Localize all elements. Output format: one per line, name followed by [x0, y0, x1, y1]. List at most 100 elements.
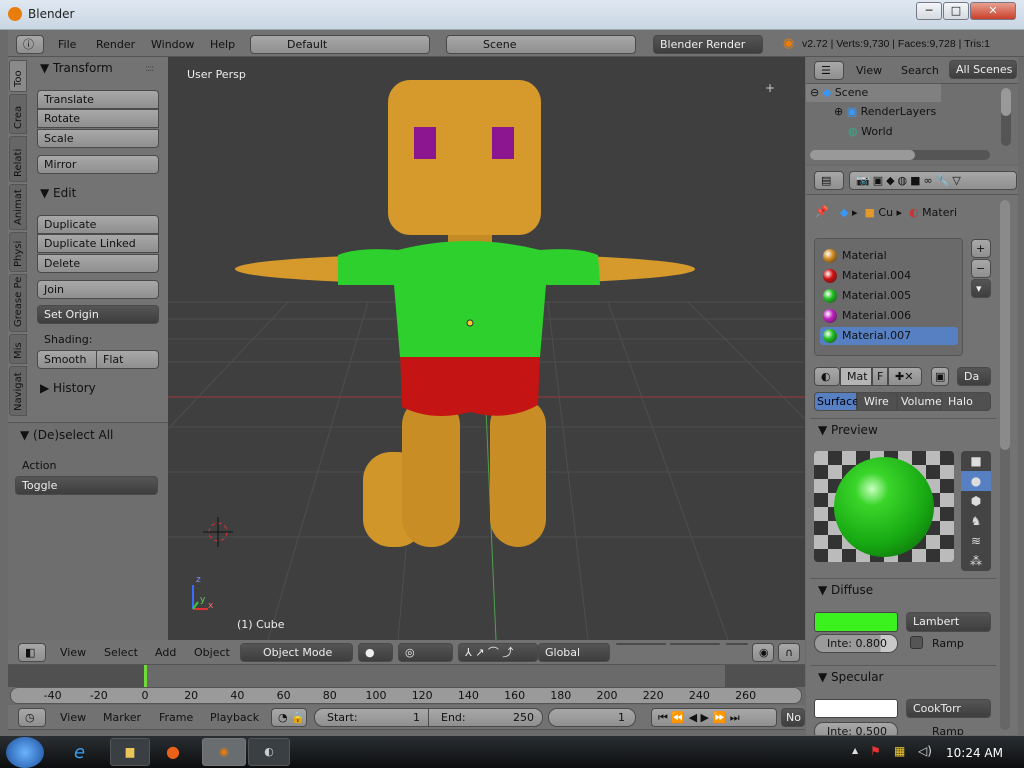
network-icon[interactable]: ▦: [894, 744, 905, 758]
menu-object[interactable]: Object: [194, 646, 230, 659]
delete-button[interactable]: Delete: [37, 254, 159, 273]
specular-color-swatch[interactable]: [814, 699, 898, 718]
specular-shader-select[interactable]: CookTorr: [906, 699, 991, 718]
menu-playback[interactable]: Playback: [210, 711, 259, 724]
operator-panel-header[interactable]: ▼ (De)select All: [20, 428, 113, 442]
explorer-icon[interactable]: ▆: [110, 738, 150, 766]
current-frame-field[interactable]: 1: [548, 708, 636, 727]
material-browse-button[interactable]: ◐: [814, 367, 840, 386]
layers-grid-1[interactable]: [616, 643, 666, 645]
remove-slot-button[interactable]: −: [971, 259, 991, 278]
maximize-button[interactable]: □: [943, 2, 969, 20]
current-frame-indicator[interactable]: [144, 665, 147, 687]
tab-halo[interactable]: Halo: [941, 392, 991, 411]
menu-file[interactable]: File: [58, 38, 76, 51]
editor-type-button[interactable]: ☰: [814, 61, 844, 80]
menu-window[interactable]: Window: [151, 38, 194, 51]
menu-help[interactable]: Help: [210, 38, 235, 51]
blender-taskbar-icon[interactable]: ◉: [202, 738, 246, 766]
tab-animation[interactable]: Animat: [9, 184, 27, 230]
menu-render[interactable]: Render: [96, 38, 135, 51]
scale-button[interactable]: Scale: [37, 129, 159, 148]
material-slot[interactable]: Material.005: [820, 287, 958, 305]
area-split-icon[interactable]: +: [765, 81, 775, 95]
duplicate-button[interactable]: Duplicate: [37, 215, 159, 234]
outliner-item-scene[interactable]: ⊖ ◆ Scene: [810, 86, 868, 99]
menu-view[interactable]: View: [856, 64, 882, 77]
specular-panel-header[interactable]: ▼ Specular: [818, 670, 884, 684]
menu-select[interactable]: Select: [104, 646, 138, 659]
tab-physics[interactable]: Physi: [9, 232, 27, 272]
editor-type-button[interactable]: ◧: [18, 643, 46, 662]
diffuse-color-swatch[interactable]: [814, 612, 898, 632]
menu-add[interactable]: Add: [155, 646, 176, 659]
paint-taskbar-icon[interactable]: ◐: [248, 738, 290, 766]
material-slot[interactable]: Material.006: [820, 307, 958, 325]
data-link-select[interactable]: Da: [957, 367, 991, 386]
diffuse-panel-header[interactable]: ▼ Diffuse: [818, 583, 873, 597]
start-button[interactable]: [6, 737, 44, 768]
clock[interactable]: 10:24 AM: [946, 746, 1003, 760]
translate-button[interactable]: Translate: [37, 90, 159, 109]
duplicate-linked-button[interactable]: Duplicate Linked: [37, 234, 159, 253]
viewport-shading-select[interactable]: ●: [358, 643, 393, 662]
material-slot[interactable]: Material.004: [820, 267, 958, 285]
sync-select[interactable]: No: [781, 708, 805, 727]
add-slot-button[interactable]: +: [971, 239, 991, 258]
smooth-button[interactable]: Smooth: [37, 350, 97, 369]
timeline-scrollbar[interactable]: [10, 687, 802, 704]
close-button[interactable]: ✕: [970, 2, 1016, 20]
display-filter-select[interactable]: All Scenes: [949, 60, 1017, 79]
mirror-button[interactable]: Mirror: [37, 155, 159, 174]
lock-camera-button[interactable]: [726, 643, 748, 645]
tab-navigation[interactable]: Navigat: [9, 366, 27, 416]
diffuse-ramp-checkbox[interactable]: [910, 636, 923, 649]
keyframe-record-button[interactable]: ◔ 🔒: [271, 708, 307, 727]
tab-grease-pencil[interactable]: Grease Pe: [9, 274, 27, 332]
context-tabs[interactable]: 📷▣◆◍■∞🔧▽: [849, 171, 1017, 190]
3d-viewport[interactable]: User Persp (1) Cube z y x +: [168, 57, 805, 640]
set-origin-select[interactable]: Set Origin: [37, 305, 159, 324]
editor-type-button[interactable]: ⓘ: [16, 35, 44, 54]
preview-type-buttons[interactable]: ■ ● ⬢ ♞ ≋ ⁂: [961, 451, 991, 571]
material-name-field[interactable]: Mat: [840, 367, 872, 386]
edit-panel-header[interactable]: ▼ Edit: [40, 186, 76, 200]
material-slot[interactable]: Material: [820, 247, 958, 265]
scene-selector[interactable]: Scene: [446, 35, 636, 54]
tab-surface[interactable]: Surface: [814, 392, 859, 411]
start-frame-field[interactable]: Start: 1: [314, 708, 429, 727]
preview-panel-header[interactable]: ▼ Preview: [818, 423, 878, 437]
orientation-select[interactable]: Global: [538, 643, 610, 662]
playback-controls[interactable]: ⏮ ⏪ ◀ ▶ ⏩ ⏭: [651, 708, 777, 727]
rotate-button[interactable]: Rotate: [37, 109, 159, 128]
diffuse-shader-select[interactable]: Lambert: [906, 612, 991, 632]
minimize-button[interactable]: ─: [916, 2, 942, 20]
editor-type-button[interactable]: ◷: [18, 708, 46, 727]
slot-specials-button[interactable]: ▾: [971, 279, 991, 298]
volume-icon[interactable]: ◁): [918, 744, 932, 758]
material-slot[interactable]: Material.007: [820, 327, 958, 345]
firefox-icon[interactable]: ●: [166, 742, 180, 761]
proportional-edit-button[interactable]: ◉: [752, 643, 774, 662]
tab-tools[interactable]: Too: [9, 60, 27, 92]
tab-relations[interactable]: Relati: [9, 136, 27, 182]
outliner-item-renderlayers[interactable]: ⊕ ▣ RenderLayers: [834, 105, 936, 118]
end-frame-field[interactable]: End: 250: [428, 708, 543, 727]
tab-volume[interactable]: Volume: [897, 392, 942, 411]
outliner-h-scrollbar[interactable]: [810, 150, 990, 160]
tray-expand-icon[interactable]: ▲: [852, 746, 858, 755]
snap-button[interactable]: ∩: [778, 643, 800, 662]
join-button[interactable]: Join: [37, 280, 159, 299]
pin-icon[interactable]: 📌: [815, 205, 829, 218]
node-button[interactable]: ▣: [931, 367, 949, 386]
transform-panel-header[interactable]: ▼ Transform: [40, 61, 113, 75]
tab-misc[interactable]: Mis: [9, 334, 27, 364]
specular-intensity-slider[interactable]: Inte: 0.500: [814, 722, 898, 735]
layout-selector[interactable]: Default: [250, 35, 430, 54]
menu-frame[interactable]: Frame: [159, 711, 193, 724]
menu-search[interactable]: Search: [901, 64, 939, 77]
tab-create[interactable]: Crea: [9, 94, 27, 134]
flat-button[interactable]: Flat: [96, 350, 159, 369]
history-panel-header[interactable]: ▶ History: [40, 381, 96, 395]
drag-grip-icon[interactable]: ::::: [145, 64, 154, 74]
